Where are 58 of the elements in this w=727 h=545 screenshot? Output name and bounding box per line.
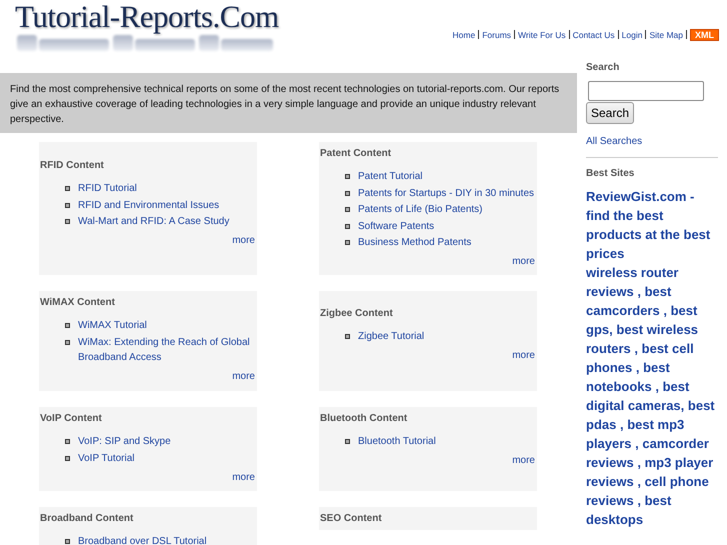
all-searches-link[interactable]: All Searches [586,136,719,147]
section-title: Patent Content [320,147,392,159]
more-link[interactable]: more [512,350,535,361]
best-sites-heading: Best Sites [586,168,636,179]
search-button[interactable]: Search [586,102,634,124]
article-link[interactable]: Wal-Mart and RFID: A Case Study [78,214,230,229]
section-title: VoIP Content [40,412,103,424]
article-link[interactable]: Business Method Patents [358,235,472,250]
more-link[interactable]: more [512,455,535,466]
nav-link[interactable]: Contact Us [572,30,615,40]
bullet-icon [65,539,70,544]
section-title: WiMAX Content [40,296,116,308]
bullet-icon [345,439,350,444]
bullet-icon [65,186,70,191]
search-field[interactable] [588,81,704,101]
article-link[interactable]: Bluetooth Tutorial [358,434,436,449]
article-link[interactable]: Patent Tutorial [358,169,422,184]
bullet-icon [345,224,350,228]
article-link[interactable]: Zigbee Tutorial [358,329,424,344]
article-link[interactable]: WiMax: Extending the Reach of Global Broadband Access [78,334,255,364]
bullet-icon [65,202,70,208]
nav-link[interactable]: Site Map [649,30,683,40]
article-link[interactable]: Patents for Startups - DIY in 30 minutes [358,186,534,200]
bullet-icon [345,190,350,196]
article-link[interactable]: Broadband over DSL Tutorial [78,534,207,545]
intro-banner: Find the most comprehensive technical reports on some of the most recent technologies on tutorial-reports.com. Our reports give an exhaustive coverage of leading technologies in a very simple language and provide an unique industry relevant perspective. [0,73,577,133]
section-title: Bluetooth Content [320,412,408,424]
bullet-icon [65,323,70,328]
bullet-icon [65,439,70,444]
article-link[interactable]: RFID and Environmental Issues [78,198,220,212]
article-link[interactable]: Patents of Life (Bio Patents) [358,202,483,217]
nav-link[interactable]: Home [452,30,476,40]
section-title: Zigbee Content [320,307,394,319]
bullet-icon [345,334,350,339]
article-link[interactable]: RFID Tutorial [78,181,137,196]
more-link[interactable]: more [512,256,535,267]
bullet-icon [345,174,350,179]
article-link[interactable]: Software Patents [358,218,434,234]
nav-link[interactable]: Forums [482,30,512,40]
article-link[interactable]: VoIP: SIP and Skype [78,434,171,449]
section-title: SEO Content [320,512,383,524]
article-link[interactable]: WiMAX Tutorial [78,318,147,333]
section-title: RFID Content [40,159,105,171]
bullet-icon [65,219,70,224]
bullet-icon [345,240,350,245]
more-link[interactable]: more [232,370,255,382]
bullet-icon [65,340,70,344]
bullet-icon [345,207,350,212]
bullet-icon [65,456,70,460]
more-link[interactable]: more [232,472,255,482]
section-title: Broadband Content [40,512,134,524]
site-links-text[interactable]: wireless router reviews , best camcorders , best gps, best wireless routers , best cell phones , best notebooks , best digital cameras, best pdas , best mp3 players , camcorder reviews , mp3 player reviews , cell phone reviews , best desktops [586,263,718,529]
more-link[interactable]: more [232,235,255,246]
nav-link[interactable]: Write For Us [518,30,566,40]
search-heading: Search [586,62,620,73]
nav-link[interactable]: Login [622,30,642,40]
article-link[interactable]: VoIP Tutorial [78,450,135,466]
site-logo[interactable]: Tutorial-Reports.Com [15,2,295,32]
